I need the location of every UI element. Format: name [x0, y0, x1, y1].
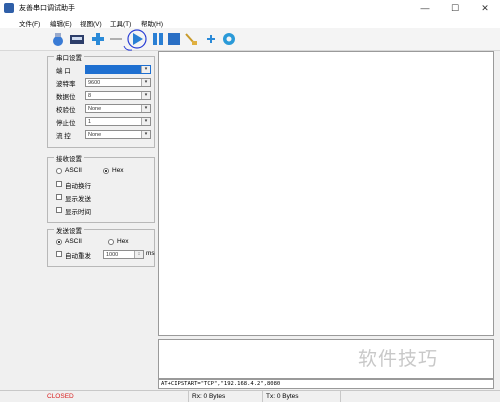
send-ascii-label: ASCII [65, 238, 82, 245]
clear-icon[interactable] [183, 31, 199, 47]
stop-bits-select[interactable]: 1 ▾ [85, 117, 151, 126]
menu-bar: 文件(F) 编辑(E) 视图(V) 工具(T) 帮助(H) [0, 16, 500, 28]
flow-control-select[interactable]: None ▾ [85, 130, 151, 139]
status-bar: CLOSED Rx: 0 Bytes Tx: 0 Bytes [0, 390, 500, 402]
auto-newline-checkbox[interactable] [56, 181, 62, 187]
resend-interval-spinbox[interactable]: 1000 ↕ [103, 250, 144, 259]
menu-view[interactable]: 视图(V) [80, 18, 102, 28]
baud-rate-label: 波特率 [56, 81, 76, 88]
menu-file[interactable]: 文件(F) [19, 18, 40, 28]
baud-rate-select[interactable]: 9600 ▾ [85, 78, 151, 87]
stop-bits-value: 1 [88, 119, 92, 125]
send-hex-label: Hex [117, 238, 129, 245]
chevron-down-icon[interactable]: ▾ [141, 66, 150, 73]
recv-settings-title: 接收设置 [54, 153, 84, 163]
parity-label: 校验位 [56, 107, 76, 114]
spin-arrows-icon[interactable]: ↕ [134, 251, 143, 258]
data-bits-value: 8 [88, 93, 92, 99]
data-bits-label: 数据位 [56, 94, 76, 101]
watermark-text: 软件技巧 [358, 349, 439, 370]
save-log-icon[interactable] [69, 31, 85, 47]
port-settings-group: 串口设置 端 口 ▾ 波特率 9600 ▾ 数据位 8 ▾ 校验位 None ▾… [47, 52, 155, 148]
baud-rate-value: 9600 [88, 80, 101, 86]
add-small-icon[interactable] [203, 31, 219, 47]
parity-select[interactable]: None ▾ [85, 104, 151, 113]
recv-hex-radio[interactable] [103, 168, 109, 174]
rx-counter: Rx: 0 Bytes [189, 391, 263, 402]
flow-control-value: None [88, 132, 102, 138]
command-input[interactable]: AT+CIPSTART="TCP","192.168.4.2",8080 [158, 379, 494, 389]
chevron-down-icon[interactable]: ▾ [141, 118, 150, 125]
send-ascii-radio[interactable] [56, 239, 62, 245]
recv-ascii-radio[interactable] [56, 168, 62, 174]
chevron-down-icon[interactable]: ▾ [141, 105, 150, 112]
menu-tools[interactable]: 工具(T) [110, 18, 131, 28]
close-button[interactable]: ✕ [470, 0, 500, 16]
maximize-button[interactable]: ☐ [440, 0, 470, 16]
show-send-checkbox[interactable] [56, 194, 62, 200]
interval-unit-label: ms [146, 250, 155, 257]
send-settings-title: 发送设置 [54, 225, 84, 235]
stop-icon[interactable] [166, 31, 182, 47]
port-label: 端 口 [56, 68, 71, 75]
send-textarea[interactable] [158, 339, 494, 379]
pause-icon[interactable] [150, 31, 166, 47]
minimize-button[interactable]: — [410, 0, 440, 16]
settings-panel: 串口设置 端 口 ▾ 波特率 9600 ▾ 数据位 8 ▾ 校验位 None ▾… [44, 51, 156, 389]
auto-newline-label: 自动换行 [65, 183, 91, 190]
app-window: 友善串口调试助手 — ☐ ✕ 文件(F) 编辑(E) 视图(V) 工具(T) 帮… [0, 0, 500, 402]
recv-hex-label: Hex [112, 167, 124, 174]
recv-ascii-label: ASCII [65, 167, 82, 174]
send-settings-group: 发送设置 ASCII Hex 自动重发 1000 ↕ ms [47, 225, 155, 267]
app-icon [4, 3, 14, 13]
auto-resend-checkbox[interactable] [56, 251, 62, 257]
chevron-down-icon[interactable]: ▾ [141, 131, 150, 138]
flow-control-label: 流 控 [56, 133, 71, 140]
port-settings-title: 串口设置 [54, 52, 84, 62]
chevron-down-icon[interactable]: ▾ [141, 79, 150, 86]
show-time-label: 显示时间 [65, 209, 91, 216]
show-send-label: 显示发送 [65, 196, 91, 203]
menu-help[interactable]: 帮助(H) [141, 18, 163, 28]
show-time-checkbox[interactable] [56, 207, 62, 213]
title-bar: 友善串口调试助手 — ☐ ✕ [0, 0, 500, 16]
window-title: 友善串口调试助手 [19, 5, 75, 12]
port-select[interactable]: ▾ [85, 65, 151, 74]
auto-resend-label: 自动重发 [65, 253, 91, 260]
tx-counter: Tx: 0 Bytes [263, 391, 341, 402]
open-icon[interactable] [50, 31, 66, 47]
toolbar [0, 28, 500, 51]
data-bits-select[interactable]: 8 ▾ [85, 91, 151, 100]
connection-status: CLOSED [44, 391, 189, 402]
stop-bits-label: 停止位 [56, 120, 76, 127]
add-icon[interactable] [90, 31, 106, 47]
recv-settings-group: 接收设置 ASCII Hex 自动换行 显示发送 显示时间 [47, 153, 155, 223]
receive-textarea[interactable] [158, 51, 494, 336]
send-hex-radio[interactable] [108, 239, 114, 245]
settings-gear-icon[interactable] [221, 31, 237, 47]
menu-edit[interactable]: 编辑(E) [50, 18, 72, 28]
parity-value: None [88, 106, 102, 112]
resend-interval-value: 1000 [106, 252, 119, 258]
chevron-down-icon[interactable]: ▾ [141, 92, 150, 99]
